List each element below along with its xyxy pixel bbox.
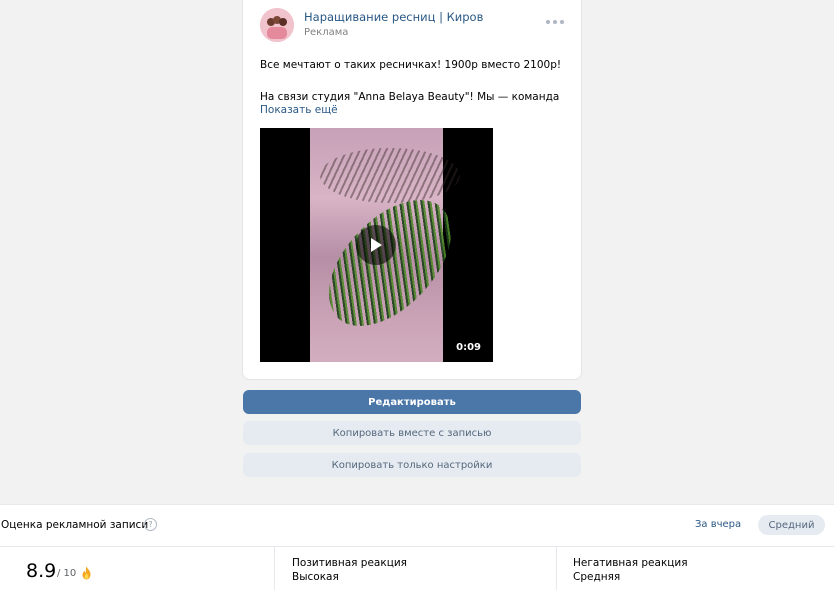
post-text-line: Все мечтают о таких ресничках! 1900р вме… — [260, 59, 562, 71]
score-max: / 10 — [57, 568, 77, 579]
edit-button[interactable]: Редактировать — [243, 390, 581, 414]
column-divider — [274, 547, 275, 590]
video-player[interactable]: 0:09 — [260, 128, 493, 362]
column-divider — [556, 547, 557, 590]
help-icon[interactable]: ? — [144, 518, 157, 531]
ad-rating-panel: Оценка рекламной записи ? За вчера Средн… — [0, 504, 834, 590]
level-badge[interactable]: Средний — [758, 515, 825, 535]
show-more-link[interactable]: Показать ещё — [260, 104, 338, 116]
divider — [0, 546, 834, 547]
play-icon[interactable] — [356, 225, 396, 265]
rating-title: Оценка рекламной записи — [1, 519, 149, 531]
fire-icon — [82, 566, 91, 580]
ad-label: Реклама — [304, 27, 349, 38]
more-horizontal-icon[interactable] — [546, 17, 564, 27]
post-text-line: На связи студия "Anna Belaya Beauty"! Мы… — [260, 91, 560, 103]
ad-post-card: Наращивание ресниц | Киров Реклама Все м… — [242, 0, 582, 380]
period-selector[interactable]: За вчера — [695, 519, 741, 530]
author-avatar[interactable] — [260, 8, 294, 42]
video-duration: 0:09 — [456, 342, 481, 353]
score-value: 8.9 — [26, 560, 57, 582]
negative-reaction-label: Негативная реакция — [573, 557, 688, 569]
positive-reaction-label: Позитивная реакция — [292, 557, 407, 569]
positive-reaction-value: Высокая — [292, 571, 339, 583]
post-text: Все мечтают о таких ресничках! 1900р вме… — [260, 57, 570, 105]
copy-with-post-button[interactable]: Копировать вместе с записью — [243, 421, 581, 445]
negative-reaction-value: Средняя — [573, 571, 621, 583]
copy-settings-only-button[interactable]: Копировать только настройки — [243, 453, 581, 477]
author-name-link[interactable]: Наращивание ресниц | Киров — [304, 10, 483, 24]
